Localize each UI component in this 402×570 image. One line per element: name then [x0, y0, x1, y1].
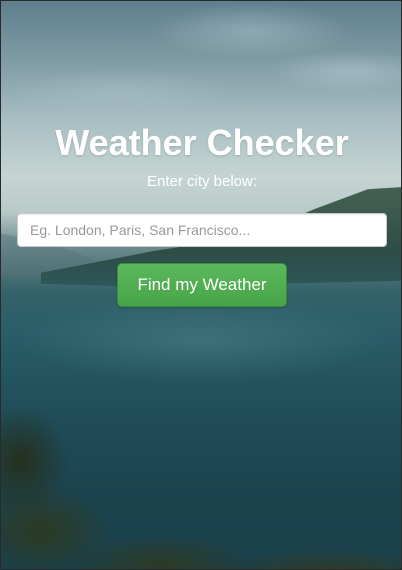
city-input[interactable] [17, 213, 387, 247]
background-foliage [1, 401, 401, 569]
app-window: Weather Checker Enter city below: Find m… [0, 0, 402, 570]
find-weather-button[interactable]: Find my Weather [117, 263, 287, 307]
page-title: Weather Checker [55, 122, 349, 163]
instruction-text: Enter city below: [146, 173, 258, 190]
